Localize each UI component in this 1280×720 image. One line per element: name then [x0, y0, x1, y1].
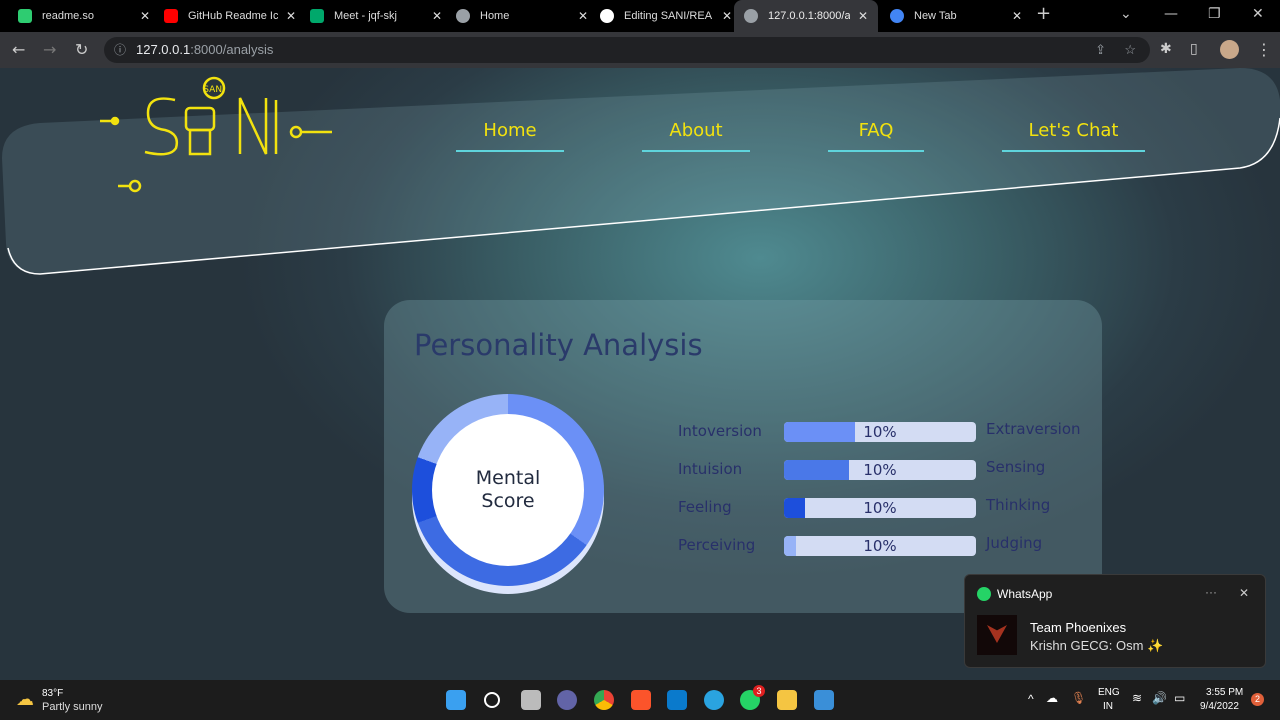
- start-icon[interactable]: [446, 690, 466, 710]
- meet-icon: [310, 9, 324, 23]
- telegram-icon[interactable]: [704, 690, 724, 710]
- nav-about[interactable]: About: [642, 120, 750, 141]
- taskbar: ☁ 83°F Partly sunny 3 ^ ☁ 🎙 ENG IN ≋ 🔊 ▭…: [0, 680, 1280, 720]
- new-tab-button[interactable]: +: [1036, 3, 1051, 24]
- mental-score-donut: Mental Score: [412, 394, 604, 594]
- search-icon[interactable]: [484, 692, 500, 708]
- trait-right-label: Sensing: [986, 458, 1046, 476]
- trait-left-label: Intoversion: [678, 422, 762, 440]
- maximize-button[interactable]: ❐: [1208, 6, 1221, 22]
- trait-row: Intoversion 10% Extraversion: [678, 420, 1081, 442]
- tab-meet[interactable]: Meet - jqf-skj ✕: [300, 0, 452, 32]
- trait-percent: 10%: [863, 461, 897, 479]
- minimize-button[interactable]: —: [1164, 6, 1178, 22]
- file-explorer-icon[interactable]: [777, 690, 797, 710]
- tab-readme[interactable]: readme.so ✕: [8, 0, 160, 32]
- nav-faq[interactable]: FAQ: [828, 120, 924, 141]
- weather-icon: ☁: [16, 689, 34, 709]
- trait-right-label: Thinking: [986, 496, 1051, 514]
- trait-right-label: Judging: [986, 534, 1043, 552]
- close-icon[interactable]: ✕: [1012, 9, 1022, 23]
- menu-icon[interactable]: ⋮: [1256, 40, 1272, 59]
- tab-editing[interactable]: Editing SANI/REA ✕: [590, 0, 742, 32]
- nav-lets-chat[interactable]: Let's Chat: [1002, 120, 1145, 141]
- sidebar-icon[interactable]: ▯: [1190, 41, 1198, 57]
- youtube-icon: [164, 9, 178, 23]
- nav-faq-underline: [828, 150, 924, 152]
- trait-row: Perceiving 10% Judging: [678, 534, 1078, 556]
- task-view-icon[interactable]: [521, 690, 541, 710]
- trait-progress-bar: 10%: [784, 460, 976, 480]
- tab-github-readme[interactable]: GitHub Readme Ic ✕: [154, 0, 306, 32]
- close-icon[interactable]: ✕: [432, 9, 442, 23]
- wifi-icon[interactable]: ≋: [1132, 691, 1142, 705]
- onedrive-icon[interactable]: ☁: [1046, 691, 1058, 705]
- back-icon[interactable]: ←: [12, 40, 25, 59]
- trait-progress-bar: 10%: [784, 536, 976, 556]
- avatar[interactable]: [1220, 40, 1239, 59]
- tab-home[interactable]: Home ✕: [446, 0, 598, 32]
- trait-left-label: Feeling: [678, 498, 732, 516]
- brave-icon[interactable]: [631, 690, 651, 710]
- trait-right-label: Extraversion: [986, 420, 1081, 438]
- trait-progress-bar: 10%: [784, 498, 976, 518]
- close-icon[interactable]: ✕: [1239, 586, 1249, 600]
- nav-about-underline: [642, 150, 750, 152]
- tray-chevron-icon[interactable]: ^: [1028, 692, 1034, 706]
- trait-percent: 10%: [863, 423, 897, 441]
- tab-search-icon[interactable]: ⌄: [1120, 6, 1132, 22]
- url-input[interactable]: ⓘ 127.0.0.1:8000/analysis ⇪ ☆: [104, 37, 1150, 63]
- globe-icon: [456, 9, 470, 23]
- close-icon[interactable]: ✕: [140, 9, 150, 23]
- close-icon[interactable]: ✕: [286, 9, 296, 23]
- nav-home-underline: [456, 150, 564, 152]
- bookmark-star-icon[interactable]: ☆: [1124, 37, 1136, 63]
- trait-left-label: Perceiving: [678, 536, 756, 554]
- close-icon[interactable]: ✕: [722, 9, 732, 23]
- microphone-icon[interactable]: 🎙: [1071, 691, 1086, 705]
- nav-home[interactable]: Home: [456, 120, 564, 141]
- chrome-icon[interactable]: [594, 690, 614, 710]
- readme-icon: [18, 9, 32, 23]
- tab-analysis[interactable]: 127.0.0.1:8000/an ✕: [734, 0, 878, 32]
- share-icon[interactable]: ⇪: [1095, 37, 1106, 63]
- globe-icon: [744, 9, 758, 23]
- close-window-button[interactable]: ✕: [1252, 6, 1264, 22]
- extensions-icon[interactable]: ✱: [1160, 41, 1172, 57]
- trait-row: Intuision 10% Sensing: [678, 458, 1078, 480]
- photos-icon[interactable]: [814, 690, 834, 710]
- close-icon[interactable]: ✕: [858, 9, 868, 23]
- forward-icon[interactable]: →: [43, 40, 56, 59]
- github-icon: [600, 9, 614, 23]
- tab-bar: readme.so ✕ GitHub Readme Ic ✕ Meet - jqf-…: [0, 0, 1280, 32]
- close-icon[interactable]: ✕: [578, 9, 588, 23]
- chrome-icon: [890, 9, 904, 23]
- whatsapp-notification[interactable]: WhatsApp ··· ✕ Team Phoenixes Krishn GEC…: [964, 574, 1266, 668]
- more-options-icon[interactable]: ···: [1205, 585, 1217, 599]
- chat-icon[interactable]: [557, 690, 577, 710]
- svg-text:SANI: SANI: [203, 85, 224, 95]
- trait-row: Feeling 10% Thinking: [678, 496, 1078, 518]
- tab-new[interactable]: New Tab ✕: [880, 0, 1032, 32]
- info-icon: ⓘ: [114, 43, 127, 57]
- reload-icon[interactable]: ↻: [75, 40, 88, 59]
- vscode-icon[interactable]: [667, 690, 687, 710]
- page-title: Personality Analysis: [414, 328, 703, 362]
- group-avatar: [977, 615, 1017, 655]
- nav-chat-underline: [1002, 150, 1145, 152]
- volume-icon[interactable]: 🔊: [1152, 691, 1167, 705]
- analysis-card: Personality Analysis Mental Score Intover…: [384, 300, 1102, 613]
- trait-progress-bar: 10%: [784, 422, 976, 442]
- header-panel: SANI: [2, 68, 1280, 275]
- trait-percent: 10%: [863, 499, 897, 517]
- trait-percent: 10%: [863, 537, 897, 555]
- donut-center: Mental Score: [432, 414, 584, 566]
- whatsapp-icon: [977, 587, 991, 601]
- trait-left-label: Intuision: [678, 460, 743, 478]
- battery-icon[interactable]: ▭: [1174, 691, 1185, 705]
